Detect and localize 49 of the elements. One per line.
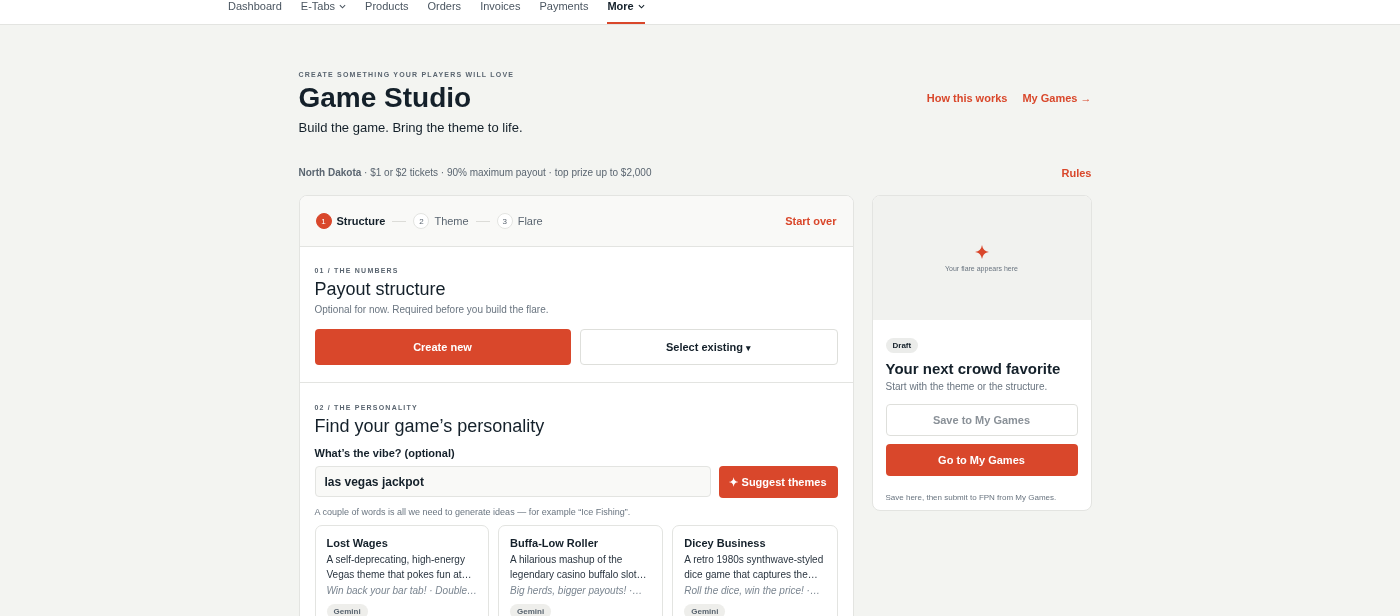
chevron-icon (637, 4, 645, 9)
theme-description: A retro 1980s synthwave-styled dice game that captures the… (684, 553, 825, 582)
header-link[interactable]: How this works (926, 92, 1008, 104)
state-info: North Dakota · $1 or $2 tickets · 90% maximum payout · top prize up to $2,000 (298, 167, 652, 179)
theme-card[interactable]: Buffa-Low Roller A hilarious mashup of the legendary casino buffalo slot… Big herds, bigger payouts! ·… Gemini (498, 525, 664, 616)
vibe-input-field[interactable]: las vegas jackpot (314, 466, 711, 497)
theme-card[interactable]: Dicey Business A retro 1980s synthwave-styled dice game that captures the… Roll the dice, win the price! ·… Gemini (672, 525, 838, 616)
nav-tab[interactable]: More (607, 0, 645, 24)
suggest-themes-button[interactable]: ✦ Suggest themes (718, 466, 838, 498)
theme-tagline: Roll the dice, win the price! ·… (684, 585, 821, 596)
chevron-icon (339, 4, 347, 9)
field-hint: A couple of words is all we need to generate ideas — for example “Ice Fishing”. (314, 507, 632, 517)
section-title: Find your game’s personality (314, 416, 546, 437)
page-subtitle: Build the game. Bring the theme to life. (298, 120, 524, 135)
theme-tagline: Big herds, bigger payouts! ·… (510, 585, 644, 596)
step-tab[interactable]: 2 Theme (413, 213, 469, 229)
create-new-button[interactable]: Create new (314, 329, 571, 365)
rules-link[interactable]: Rules (1061, 167, 1092, 179)
section-title: Payout structure (314, 279, 447, 300)
select-existing-dropdown[interactable]: Select existing ▾ (579, 329, 838, 365)
theme-tagline: Win back your bar tab! · Double… (326, 585, 478, 596)
sparkle-icon (974, 244, 989, 259)
step-tab[interactable]: 3 Flare (496, 213, 543, 229)
preview-subtitle: Start with the theme or the structure. (885, 381, 1049, 392)
model-tag: Gemini (326, 604, 368, 616)
preview-footnote: Save here, then submit to FPN from My Games. (885, 493, 1058, 502)
nav-tab[interactable]: Payments (539, 0, 589, 24)
theme-description: A hilarious mashup of the legendary casino buffalo slot… (510, 553, 648, 582)
section-note: Optional for now. Required before you build the flare. (314, 304, 550, 315)
theme-description: A self-deprecating, high-energy Vegas theme that pokes fun at… (326, 553, 473, 582)
model-tag: Gemini (684, 604, 726, 616)
draft-badge: Draft (885, 338, 919, 353)
nav-tab[interactable]: Invoices (480, 0, 521, 24)
nav-tab[interactable]: Dashboard (228, 0, 282, 24)
theme-name: Buffa-Low Roller (510, 537, 600, 549)
theme-card[interactable]: Lost Wages A self-deprecating, high-energy Vegas theme that pokes fun at… Win back your bar tab! · Double… Gemini (314, 525, 490, 616)
model-tag: Gemini (510, 604, 552, 616)
go-to-games-button[interactable]: Go to My Games (885, 444, 1078, 476)
field-label: What’s the vibe? (optional) (314, 447, 456, 459)
page-title: Game Studio (298, 82, 472, 114)
header-link[interactable]: My Games → (1022, 92, 1092, 104)
theme-name: Lost Wages (326, 537, 389, 549)
theme-name: Dicey Business (684, 537, 767, 549)
preview-title: Your next crowd favorite (885, 360, 1062, 377)
step-tab[interactable]: 1 Structure (315, 213, 386, 229)
start-over-link[interactable]: Start over (785, 215, 837, 227)
nav-tab[interactable]: Products (365, 0, 409, 24)
nav-tab[interactable]: E-Tabs (300, 0, 347, 24)
nav-tab[interactable]: Orders (427, 0, 462, 24)
